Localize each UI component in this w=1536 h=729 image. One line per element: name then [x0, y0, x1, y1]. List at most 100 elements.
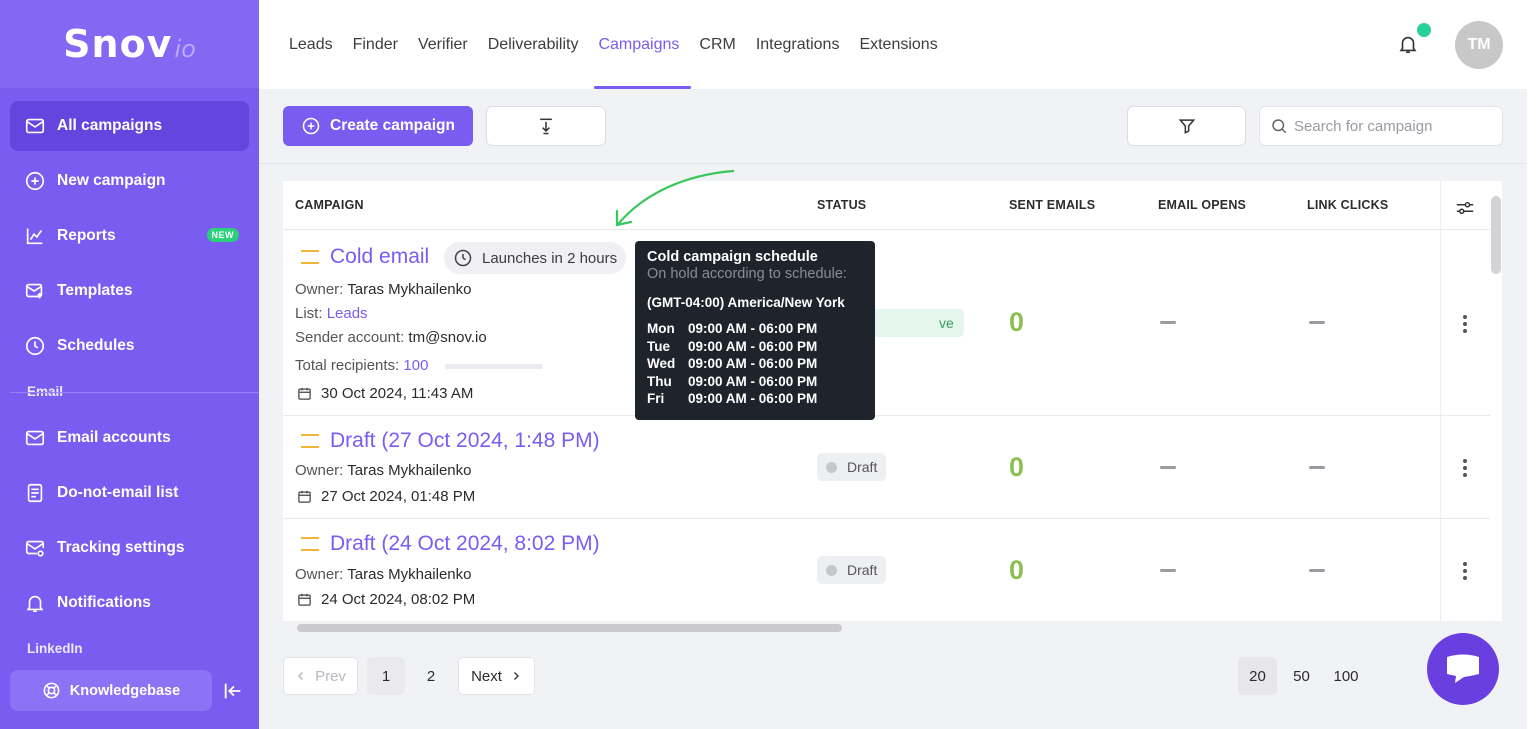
sidebar-item-all-campaigns[interactable]: All campaigns	[10, 101, 249, 151]
sidebar-item-reports[interactable]: Reports NEW	[10, 211, 249, 261]
header-status[interactable]: STATUS	[817, 198, 866, 212]
campaign-name-link[interactable]: Draft (24 Oct 2024, 8:02 PM)	[301, 532, 600, 556]
drag-handle-icon[interactable]	[301, 537, 319, 551]
filter-button[interactable]	[1127, 106, 1246, 146]
status-text: Draft	[847, 562, 878, 578]
knowledgebase-label: Knowledgebase	[69, 682, 181, 699]
nav-crm[interactable]: CRM	[699, 0, 735, 89]
sidebar: Snov io All campaigns New campaign Repor…	[0, 0, 259, 729]
top-bar: Leads Finder Verifier Deliverability Cam…	[259, 0, 1536, 89]
sidebar-item-label: Schedules	[57, 337, 135, 354]
recipients-progress-bar	[445, 364, 543, 369]
bell-icon[interactable]	[1397, 32, 1419, 56]
nav-leads[interactable]: Leads	[289, 0, 333, 89]
date-text: 27 Oct 2024, 01:48 PM	[321, 488, 476, 505]
envelope-settings-icon	[25, 540, 45, 557]
create-campaign-button[interactable]: Create campaign	[283, 106, 473, 146]
header-campaign[interactable]: CAMPAIGN	[295, 198, 364, 212]
opens-empty	[1160, 321, 1176, 324]
prev-label: Prev	[315, 667, 346, 685]
sidebar-item-label: Email accounts	[57, 429, 171, 446]
clicks-empty	[1309, 466, 1325, 469]
sender-line: Sender account: tm@snov.io	[295, 329, 487, 346]
search-input[interactable]	[1294, 117, 1494, 135]
tooltip-title: Cold campaign schedule	[647, 249, 818, 265]
nav-extensions[interactable]: Extensions	[859, 0, 937, 89]
campaign-name-link[interactable]: Draft (27 Oct 2024, 1:48 PM)	[301, 429, 600, 453]
campaign-name: Draft (27 Oct 2024, 1:48 PM)	[330, 429, 600, 452]
vertical-scrollbar[interactable]	[1491, 196, 1501, 274]
annotation-arrow	[615, 169, 735, 227]
logo[interactable]: Snov io	[0, 0, 259, 88]
nav-integrations[interactable]: Integrations	[756, 0, 840, 89]
header-sent-emails[interactable]: SENT EMAILS	[1009, 198, 1095, 212]
per-page-20[interactable]: 20	[1238, 657, 1277, 695]
list-link[interactable]: Leads	[327, 305, 368, 322]
nav-finder[interactable]: Finder	[353, 0, 398, 89]
sidebar-item-do-not-email[interactable]: Do-not-email list	[10, 468, 249, 518]
search-box	[1259, 106, 1503, 146]
logo-sub: io	[174, 35, 196, 63]
avatar[interactable]: TM	[1455, 21, 1503, 69]
calendar-icon	[298, 387, 311, 400]
sent-count: 0	[1009, 452, 1025, 482]
schedule-tooltip: Cold campaign schedule On hold according…	[635, 241, 875, 420]
divider	[283, 415, 1490, 416]
column-settings-icon[interactable]	[1455, 199, 1475, 217]
per-page-50[interactable]: 50	[1283, 657, 1320, 695]
status-badge: Draft	[817, 556, 887, 584]
sidebar-item-tracking-settings[interactable]: Tracking settings	[10, 523, 249, 573]
chat-button[interactable]	[1427, 633, 1499, 705]
next-label: Next	[471, 667, 502, 685]
recipients-label: Total recipients:	[295, 357, 400, 374]
opens-empty	[1160, 569, 1176, 572]
create-campaign-label: Create campaign	[330, 117, 455, 134]
tooltip-timezone: (GMT-04:00) America/New York	[647, 295, 845, 310]
page-1-button[interactable]: 1	[367, 657, 405, 695]
nav-verifier[interactable]: Verifier	[418, 0, 468, 89]
sidebar-item-schedules[interactable]: Schedules	[10, 321, 249, 371]
more-options-icon[interactable]	[1463, 562, 1467, 583]
sidebar-item-new-campaign[interactable]: New campaign	[10, 156, 249, 206]
tooltip-subtitle: On hold according to schedule:	[647, 266, 847, 282]
sidebar-item-label: Tracking settings	[57, 539, 185, 556]
drag-handle-icon[interactable]	[301, 250, 319, 264]
status-dot	[826, 461, 837, 473]
more-options-icon[interactable]	[1463, 315, 1467, 336]
chevron-right-icon	[513, 671, 519, 681]
next-page-button[interactable]: Next	[458, 657, 535, 695]
header-link-clicks[interactable]: LINK CLICKS	[1307, 198, 1388, 212]
divider	[283, 518, 1490, 519]
export-button[interactable]	[486, 106, 606, 146]
divider	[10, 392, 259, 393]
header-email-opens[interactable]: EMAIL OPENS	[1158, 198, 1246, 212]
drag-handle-icon[interactable]	[301, 434, 319, 448]
campaign-name-link[interactable]: Cold email	[301, 245, 429, 269]
schedule-row: Mon 09:00 AM - 06:00 PM	[647, 321, 863, 339]
clicks-empty	[1309, 569, 1325, 572]
horizontal-scrollbar[interactable]	[297, 624, 842, 632]
collapse-sidebar-icon[interactable]	[222, 680, 244, 702]
prev-page-button[interactable]: Prev	[283, 657, 358, 695]
settings-column	[1440, 181, 1490, 621]
more-options-icon[interactable]	[1463, 459, 1467, 480]
page-2-button[interactable]: 2	[412, 657, 450, 695]
owner-label: Owner:	[295, 281, 344, 298]
date-text: 30 Oct 2024, 11:43 AM	[321, 385, 474, 402]
nav-deliverability[interactable]: Deliverability	[488, 0, 579, 89]
owner-name: Taras Mykhailenko	[347, 566, 472, 583]
sidebar-item-notifications[interactable]: Notifications	[10, 578, 249, 628]
nav-campaigns[interactable]: Campaigns	[594, 0, 692, 89]
chart-line-icon	[26, 228, 43, 245]
new-badge: NEW	[206, 228, 239, 242]
chat-icon	[1447, 654, 1479, 683]
created-date: 27 Oct 2024, 01:48 PM	[297, 488, 475, 505]
recipients-line: Total recipients: 100	[295, 357, 428, 374]
launch-status-pill[interactable]: Launches in 2 hours	[444, 242, 627, 274]
sidebar-item-templates[interactable]: Templates	[10, 266, 249, 316]
knowledgebase-button[interactable]: Knowledgebase	[10, 670, 212, 711]
sidebar-item-email-accounts[interactable]: Email accounts	[10, 413, 249, 463]
per-page-100[interactable]: 100	[1326, 657, 1366, 695]
sidebar-item-label: Notifications	[57, 594, 151, 611]
filter-icon	[1178, 119, 1195, 134]
